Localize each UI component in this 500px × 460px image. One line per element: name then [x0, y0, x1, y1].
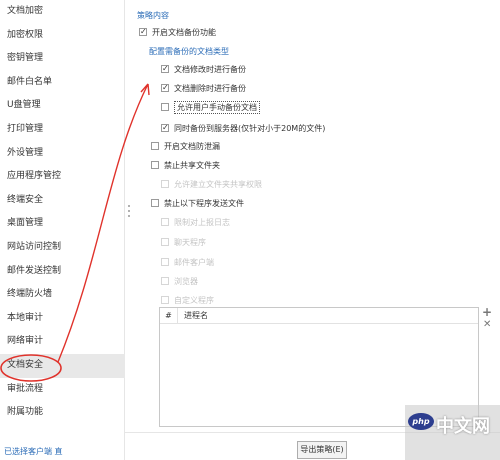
- sidebar-item-network-audit[interactable]: 网络审计: [0, 330, 125, 354]
- section-title: 策略内容: [137, 11, 169, 20]
- sidebar-item-approval-flow[interactable]: 审批流程: [0, 378, 125, 402]
- watermark-text: 中文网: [436, 416, 490, 437]
- sidebar: 文档加密 加密权限 密钥管理 邮件白名单 U盘管理 打印管理 外设管理 应用程序…: [0, 0, 125, 460]
- column-process-name-header[interactable]: 进程名: [178, 308, 208, 323]
- rule-mail-client-label: 邮件客户端: [174, 257, 214, 267]
- rule-custom-checkbox[interactable]: [161, 296, 169, 304]
- enable-backup-label: 开启文档备份功能: [152, 27, 216, 37]
- rule-browser-option[interactable]: 浏览器: [161, 275, 198, 287]
- rule-log-label: 限制对上报日志: [174, 217, 230, 227]
- block-send-label: 禁止以下程序发送文件: [164, 198, 244, 208]
- sidebar-item-desktop-management[interactable]: 桌面管理: [0, 212, 125, 236]
- rule-log-checkbox[interactable]: [161, 218, 169, 226]
- sidebar-item-mail-send-control[interactable]: 邮件发送控制: [0, 260, 125, 284]
- anti-leak-option[interactable]: 开启文档防泄漏: [151, 140, 220, 152]
- block-send-checkbox[interactable]: [151, 199, 159, 207]
- rule-mail-client-checkbox[interactable]: [161, 258, 169, 266]
- rule-custom-option[interactable]: 自定义程序: [161, 294, 214, 306]
- sidebar-item-encrypt-permission[interactable]: 加密权限: [0, 24, 125, 48]
- sidebar-item-peripheral-management[interactable]: 外设管理: [0, 142, 125, 166]
- manual-backup-checkbox[interactable]: [161, 103, 169, 111]
- anti-leak-checkbox[interactable]: [151, 142, 159, 150]
- sidebar-item-auxiliary-functions[interactable]: 附属功能: [0, 401, 125, 425]
- manual-backup-option[interactable]: 允许用户手动备份文档: [161, 100, 260, 114]
- php-logo-icon: php: [408, 413, 434, 430]
- sidebar-item-document-security[interactable]: 文档安全: [0, 354, 125, 378]
- delete-process-icon[interactable]: ✕: [483, 319, 491, 331]
- backup-on-modify-checkbox[interactable]: [161, 63, 169, 75]
- backup-on-modify-option[interactable]: 文档修改时进行备份: [161, 63, 246, 75]
- export-policy-button[interactable]: 导出策略(E): [297, 441, 347, 459]
- selected-clients-link[interactable]: 已选择客户端 直: [4, 446, 63, 457]
- sync-server-option[interactable]: 同时备份到服务器(仅针对小于20M的文件): [161, 122, 325, 134]
- disable-share-checkbox[interactable]: [151, 161, 159, 169]
- column-index-header: #: [160, 308, 178, 323]
- sidebar-item-mail-whitelist[interactable]: 邮件白名单: [0, 71, 125, 95]
- sidebar-item-doc-encrypt[interactable]: 文档加密: [0, 0, 125, 24]
- block-send-option[interactable]: 禁止以下程序发送文件: [151, 197, 244, 209]
- sidebar-item-endpoint-security[interactable]: 终端安全: [0, 189, 125, 213]
- backup-on-delete-option[interactable]: 文档删除时进行备份: [161, 82, 246, 94]
- sidebar-item-usb-management[interactable]: U盘管理: [0, 94, 125, 118]
- rule-log-option[interactable]: 限制对上报日志: [161, 216, 230, 228]
- disable-share-label: 禁止共享文件夹: [164, 160, 220, 170]
- rule-browser-checkbox[interactable]: [161, 277, 169, 285]
- backup-on-delete-checkbox[interactable]: [161, 82, 169, 94]
- sidebar-item-app-control[interactable]: 应用程序管控: [0, 165, 125, 189]
- manual-backup-label: 允许用户手动备份文档: [174, 100, 260, 114]
- add-process-icon[interactable]: +: [482, 306, 492, 318]
- allow-share-permission-checkbox[interactable]: [161, 180, 169, 188]
- sidebar-item-key-management[interactable]: 密钥管理: [0, 47, 125, 71]
- rule-custom-label: 自定义程序: [174, 295, 214, 305]
- sidebar-item-local-audit[interactable]: 本地审计: [0, 307, 125, 331]
- enable-backup-checkbox[interactable]: [139, 26, 147, 38]
- backup-on-delete-label: 文档删除时进行备份: [174, 83, 246, 93]
- sidebar-item-website-control[interactable]: 网站访问控制: [0, 236, 125, 260]
- process-table-header: # 进程名: [160, 308, 478, 324]
- rule-chat-checkbox[interactable]: [161, 238, 169, 246]
- backup-type-title: 配置需备份的文档类型: [149, 47, 229, 56]
- backup-on-modify-label: 文档修改时进行备份: [174, 64, 246, 74]
- rule-chat-label: 聊天程序: [174, 237, 206, 247]
- rule-browser-label: 浏览器: [174, 276, 198, 286]
- sidebar-item-endpoint-firewall[interactable]: 终端防火墙: [0, 283, 125, 307]
- anti-leak-label: 开启文档防泄漏: [164, 141, 220, 151]
- sidebar-item-print-management[interactable]: 打印管理: [0, 118, 125, 142]
- disable-share-option[interactable]: 禁止共享文件夹: [151, 159, 220, 171]
- main-panel: 策略内容 开启文档备份功能 配置需备份的文档类型 文档修改时进行备份 文档删除时…: [131, 0, 500, 460]
- allow-share-permission-option[interactable]: 允许建立文件夹共享权限: [161, 178, 262, 190]
- allow-share-permission-label: 允许建立文件夹共享权限: [174, 179, 262, 189]
- rule-mail-client-option[interactable]: 邮件客户端: [161, 256, 214, 268]
- sync-server-label: 同时备份到服务器(仅针对小于20M的文件): [174, 123, 326, 133]
- enable-backup-option[interactable]: 开启文档备份功能: [139, 26, 216, 38]
- rule-chat-option[interactable]: 聊天程序: [161, 236, 206, 248]
- sync-server-checkbox[interactable]: [161, 122, 169, 134]
